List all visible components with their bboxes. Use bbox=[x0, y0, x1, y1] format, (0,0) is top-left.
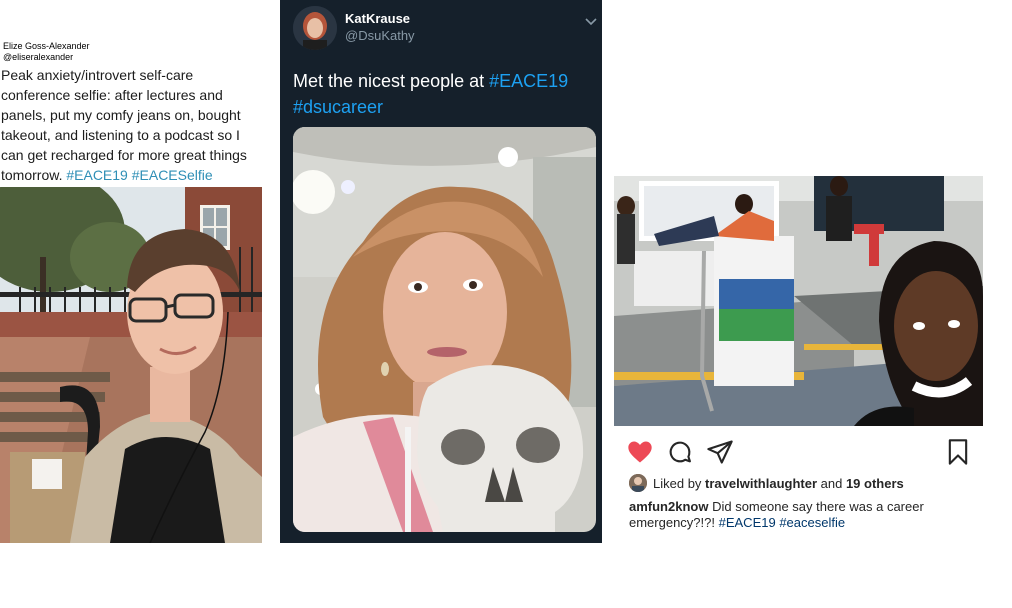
hashtag-eaceselfie[interactable]: #eaceselfie bbox=[779, 515, 845, 530]
selfie-photo[interactable] bbox=[0, 187, 262, 543]
liked-count[interactable]: 19 others bbox=[846, 476, 904, 491]
post-text-main: Peak anxiety/introvert self-care confere… bbox=[1, 67, 247, 183]
post-selfie-elize: Elize Goss-Alexander @eliseralexander Pe… bbox=[0, 38, 262, 543]
hashtag-eaceselfie[interactable]: #EACESelfie bbox=[132, 167, 213, 183]
tweet-text-main: Met the nicest people at bbox=[293, 71, 490, 91]
tweet-photo-skull-selfie[interactable] bbox=[293, 127, 596, 532]
avatar[interactable] bbox=[293, 6, 337, 50]
liked-mid: and bbox=[817, 476, 846, 491]
author-handle[interactable]: @eliseralexander bbox=[3, 52, 73, 63]
bookmark-icon[interactable] bbox=[944, 438, 972, 466]
author-name[interactable]: Elize Goss-Alexander bbox=[3, 41, 90, 52]
share-icon[interactable] bbox=[706, 438, 734, 466]
liked-prefix: Liked by bbox=[653, 476, 706, 491]
hashtag-dsucareer[interactable]: #dsucareer bbox=[293, 97, 383, 117]
hashtag-eace19[interactable]: #EACE19 bbox=[66, 167, 127, 183]
tweet-text: Met the nicest people at #EACE19 #dsucar… bbox=[293, 68, 593, 120]
liked-user[interactable]: travelwithlaughter bbox=[705, 476, 817, 491]
post-text: Peak anxiety/introvert self-care confere… bbox=[1, 65, 261, 185]
post-tweet-katkrause: KatKrause @DsuKathy Met the nicest peopl… bbox=[280, 0, 602, 543]
comment-icon[interactable] bbox=[666, 438, 694, 466]
heart-icon[interactable] bbox=[626, 438, 654, 466]
post-actions-bar bbox=[614, 434, 983, 468]
likes-summary[interactable]: Liked by travelwithlaughter and 19 other… bbox=[629, 474, 904, 492]
caption-username[interactable]: amfun2know bbox=[629, 499, 708, 514]
hashtag-eace19[interactable]: #EACE19 bbox=[719, 515, 776, 530]
post-instagram-amfun2know: Liked by travelwithlaughter and 19 other… bbox=[614, 176, 984, 546]
hashtag-eace19[interactable]: #EACE19 bbox=[489, 71, 568, 91]
chevron-down-icon[interactable] bbox=[585, 14, 597, 26]
post-caption: amfun2know Did someone say there was a c… bbox=[629, 499, 979, 531]
instagram-photo[interactable] bbox=[614, 176, 983, 426]
user-handle[interactable]: @DsuKathy bbox=[345, 28, 415, 43]
display-name[interactable]: KatKrause bbox=[345, 11, 410, 26]
liker-avatar[interactable] bbox=[629, 474, 647, 492]
